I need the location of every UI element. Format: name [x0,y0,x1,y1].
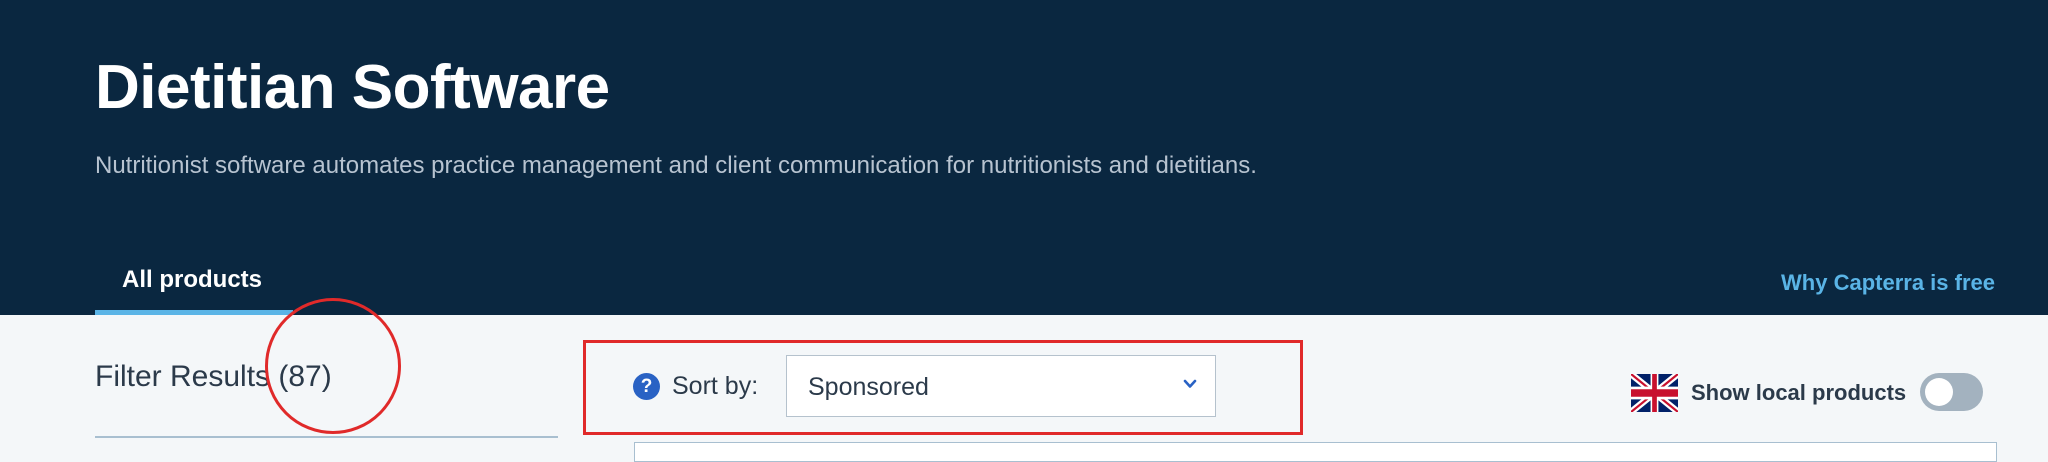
chevron-down-icon [1183,379,1197,388]
results-list [634,442,1997,462]
show-local-products-label: Show local products [1691,380,1907,405]
filter-divider [95,436,558,438]
page-subtitle: Nutritionist software automates practice… [95,152,1257,179]
page-title: Dietitian Software [95,53,610,122]
toggle-knob [1925,378,1953,406]
show-local-products-toggle[interactable] [1920,373,1983,411]
why-capterra-free-link[interactable]: Why Capterra is free [1781,270,1995,296]
tab-all-products-label: All products [122,266,263,293]
sort-selected-value: Sponsored [808,373,929,401]
sort-select[interactable]: Sponsored [786,355,1216,417]
sort-by-label: Sort by: [672,372,759,400]
uk-flag-icon [1631,374,1678,412]
question-circle-icon[interactable]: ? [633,373,660,400]
page-header: Dietitian Software Nutritionist software… [0,0,2048,315]
tab-all-products[interactable]: All products [95,262,293,315]
annotation-circle [265,298,401,434]
